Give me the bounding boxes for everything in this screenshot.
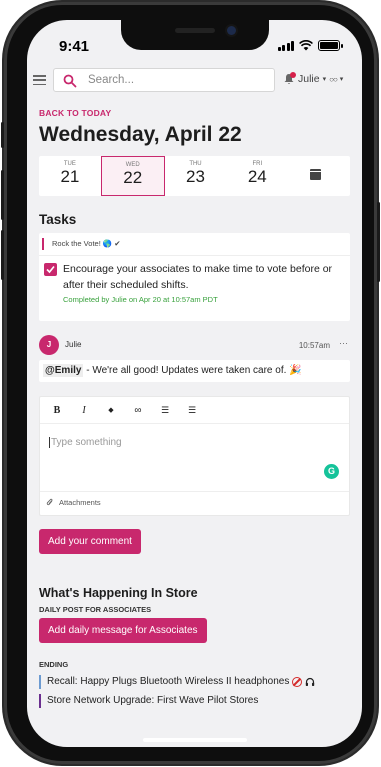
user-menu[interactable]: Julie ▾ ○○ ▾ <box>283 72 344 85</box>
hamburger-menu-icon[interactable] <box>33 75 46 85</box>
store-heading: What's Happening In Store <box>39 586 198 600</box>
ending-item[interactable]: Recall: Happy Plugs Bluetooth Wireless I… <box>39 675 350 689</box>
comment-time: 10:57am <box>298 341 330 350</box>
checkmark-icon <box>46 265 55 274</box>
attachments-label: Attachments <box>59 498 101 507</box>
day-fri[interactable]: FRI 24 <box>226 156 288 196</box>
system-icons <box>277 40 343 51</box>
home-indicator[interactable] <box>143 738 247 742</box>
headphones-icon <box>306 677 315 686</box>
task-tag: Rock the Vote! 🌎 ✔ <box>42 238 121 250</box>
status-time: 9:41 <box>59 38 90 55</box>
ordered-list-icon[interactable]: ☰ <box>160 405 170 416</box>
editor-toolbar: B I ◆ ∞ ☰ ☰ <box>40 397 349 423</box>
task-card: Rock the Vote! 🌎 ✔ Encourage your associ… <box>39 233 350 321</box>
prohibited-icon <box>292 677 303 687</box>
day-selector: TUE 21 WED 22 THU 23 FRI 24 <box>39 156 350 196</box>
ending-item-text: Recall: Happy Plugs Bluetooth Wireless I… <box>47 676 290 687</box>
day-thu[interactable]: THU 23 <box>165 156 227 196</box>
comment-body: @Emily - We're all good! Updates were ta… <box>39 360 350 382</box>
calendar-button[interactable] <box>288 156 350 196</box>
volume-down-button <box>1 230 4 280</box>
day-date: 24 <box>247 167 267 186</box>
page-title: Wednesday, April 22 <box>39 123 242 146</box>
divider <box>39 255 350 256</box>
back-to-today-link[interactable]: BACK TO TODAY <box>39 108 350 118</box>
wifi-icon <box>299 40 313 51</box>
comment-input[interactable]: Type something <box>49 437 122 448</box>
chevron-down-icon: ▾ <box>322 76 327 83</box>
bold-button[interactable]: B <box>52 405 62 416</box>
glasses-icon: ○○ <box>329 74 338 84</box>
ending-label: ENDING <box>39 660 69 669</box>
task-completed-status: Completed by Julie on Apr 20 at 10:57am … <box>63 295 218 304</box>
ending-item[interactable]: Store Network Upgrade: First Wave Pilot … <box>39 694 350 708</box>
notch <box>121 20 269 50</box>
bullet-list-icon[interactable]: ☰ <box>187 405 197 416</box>
day-wed[interactable]: WED 22 <box>100 156 165 196</box>
text-color-icon[interactable]: ◆ <box>106 406 116 414</box>
day-tue[interactable]: TUE 21 <box>39 156 101 196</box>
phone-screen: 9:41 Search... Julie ▾ ○○ ▾ BACK TO TODA… <box>27 20 362 747</box>
divider <box>40 491 349 492</box>
power-button <box>377 202 380 282</box>
day-date: 22 <box>123 168 143 187</box>
italic-button[interactable]: I <box>79 405 89 416</box>
signal-icon <box>277 41 294 51</box>
comment-header: J Julie 10:57am ··· <box>39 335 350 355</box>
attachments-button[interactable]: Attachments <box>46 498 101 507</box>
divider <box>40 423 349 424</box>
paperclip-icon <box>46 498 53 506</box>
more-options-icon[interactable]: ··· <box>339 338 348 348</box>
avatar: J <box>39 335 59 355</box>
notification-bell-icon[interactable] <box>283 72 296 85</box>
grammarly-icon[interactable]: G <box>324 464 339 479</box>
link-icon[interactable]: ∞ <box>133 405 143 416</box>
task-text: Encourage your associates to make time t… <box>63 263 333 291</box>
comment-editor[interactable]: B I ◆ ∞ ☰ ☰ Type something G Attachments <box>39 396 350 516</box>
day-date: 21 <box>60 167 80 186</box>
top-bar: Search... Julie ▾ ○○ ▾ <box>27 66 362 94</box>
mention[interactable]: @Emily <box>43 364 84 377</box>
search-icon <box>63 74 77 88</box>
phone-frame: 9:41 Search... Julie ▾ ○○ ▾ BACK TO TODA… <box>1 2 380 764</box>
user-name: Julie <box>298 73 320 85</box>
calendar-icon <box>310 169 322 180</box>
main-content: BACK TO TODAY Wednesday, April 22 TUE 21… <box>39 108 350 708</box>
chevron-down-icon: ▾ <box>339 76 344 83</box>
task-checkbox[interactable] <box>44 263 57 276</box>
search-placeholder: Search... <box>88 74 135 86</box>
day-date: 23 <box>186 167 205 186</box>
battery-icon <box>318 40 343 51</box>
front-camera <box>227 26 236 35</box>
mute-switch <box>1 122 4 148</box>
ending-item-text: Store Network Upgrade: First Wave Pilot … <box>47 695 259 706</box>
search-input[interactable]: Search... <box>53 68 275 92</box>
add-daily-message-button[interactable]: Add daily message for Associates <box>39 618 207 643</box>
volume-up-button <box>1 170 4 220</box>
tasks-heading: Tasks <box>39 212 77 227</box>
daily-post-label: DAILY POST FOR ASSOCIATES <box>39 605 152 614</box>
notification-badge <box>290 72 296 78</box>
speaker <box>175 28 215 33</box>
comment-author: Julie <box>65 340 82 349</box>
comment-text: - We're all good! Updates were taken car… <box>83 365 302 376</box>
add-comment-button[interactable]: Add your comment <box>39 529 141 554</box>
